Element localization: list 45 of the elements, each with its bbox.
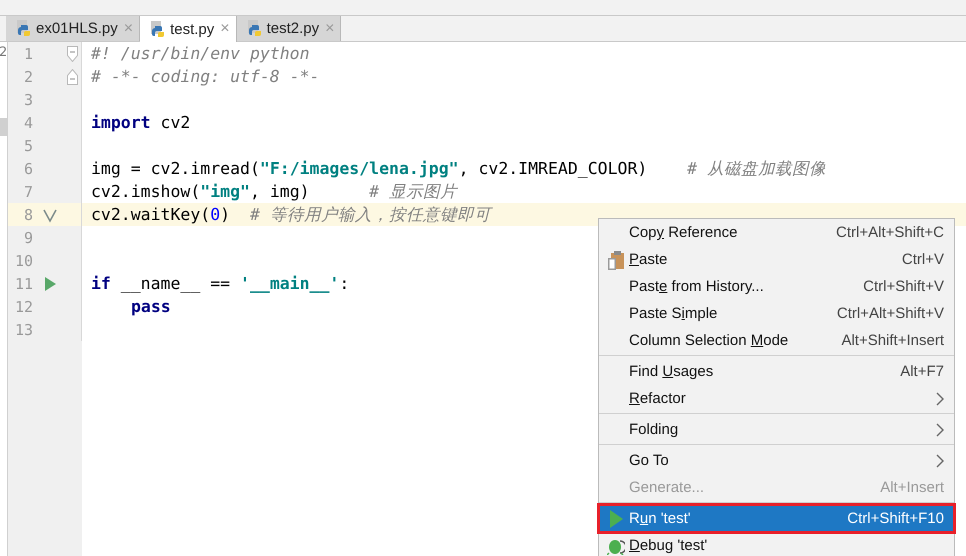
clipboard-icon xyxy=(607,250,625,270)
code-line: if __name__ == '__main__': xyxy=(91,274,350,293)
code-line: pass xyxy=(131,297,171,316)
run-icon xyxy=(44,276,56,290)
menu-item[interactable]: Paste from History... Ctrl+Shift+V xyxy=(599,273,954,300)
line-number: 12 xyxy=(14,298,33,316)
python-file-icon xyxy=(150,20,166,38)
menu-item[interactable]: Run 'test' Ctrl+Shift+F10 xyxy=(599,505,954,532)
line-number: 9 xyxy=(22,228,33,246)
file-tab[interactable]: ex01HLS.py × xyxy=(6,16,140,41)
menu-item[interactable]: Column Selection Mode Alt+Shift+Insert xyxy=(599,327,954,354)
code-line: # -*- coding: utf-8 -*- xyxy=(91,67,320,86)
line-number: 10 xyxy=(14,252,33,270)
file-tab[interactable]: test.py × xyxy=(140,16,237,42)
line-number: 7 xyxy=(22,182,33,200)
python-file-icon xyxy=(16,20,32,37)
line-number: 2 xyxy=(22,68,33,86)
code-line: img = cv2.imread("F:/images/lena.jpg", cv2.IMREAD_COLOR) # 从磁盘加载图像 xyxy=(91,158,826,178)
menu-item[interactable]: Paste Simple Ctrl+Alt+Shift+V xyxy=(599,300,954,327)
code-line: cv2.waitKey(0) # 等待用户输入，按任意键即可 xyxy=(91,204,491,224)
line-number: 8 xyxy=(22,206,33,224)
menu-item[interactable]: Debug 'test' xyxy=(599,532,954,556)
line-number: 4 xyxy=(22,114,33,132)
line-number: 1 xyxy=(22,44,33,62)
python-file-icon xyxy=(246,20,263,37)
line-number: 11 xyxy=(14,274,33,292)
menu-item[interactable]: Refactor xyxy=(599,385,954,412)
menu-item[interactable]: Folding xyxy=(599,416,954,443)
line-number: 5 xyxy=(22,136,33,154)
run-icon xyxy=(609,510,623,528)
line-number: 6 xyxy=(22,160,33,178)
code-line: #! /usr/bin/env python xyxy=(91,44,310,63)
fold-icon xyxy=(67,68,78,84)
line-marker: 2 xyxy=(0,46,7,60)
check-icon xyxy=(42,206,58,222)
menu-item[interactable]: Copy Reference Ctrl+Alt+Shift+C xyxy=(599,219,954,246)
menu-item[interactable]: Find Usages Alt+F7 xyxy=(599,358,954,385)
code-line: import cv2 xyxy=(91,113,190,132)
menu-item[interactable]: Paste Ctrl+V xyxy=(599,246,954,273)
file-tab[interactable]: test2.py × xyxy=(236,16,342,41)
code-line: cv2.imshow("img", img) # 显示图片 xyxy=(91,182,458,200)
fold-icon xyxy=(67,46,78,62)
line-number: 3 xyxy=(22,90,33,108)
line-number: 13 xyxy=(14,320,33,338)
menu-item[interactable]: Go To xyxy=(599,447,954,474)
